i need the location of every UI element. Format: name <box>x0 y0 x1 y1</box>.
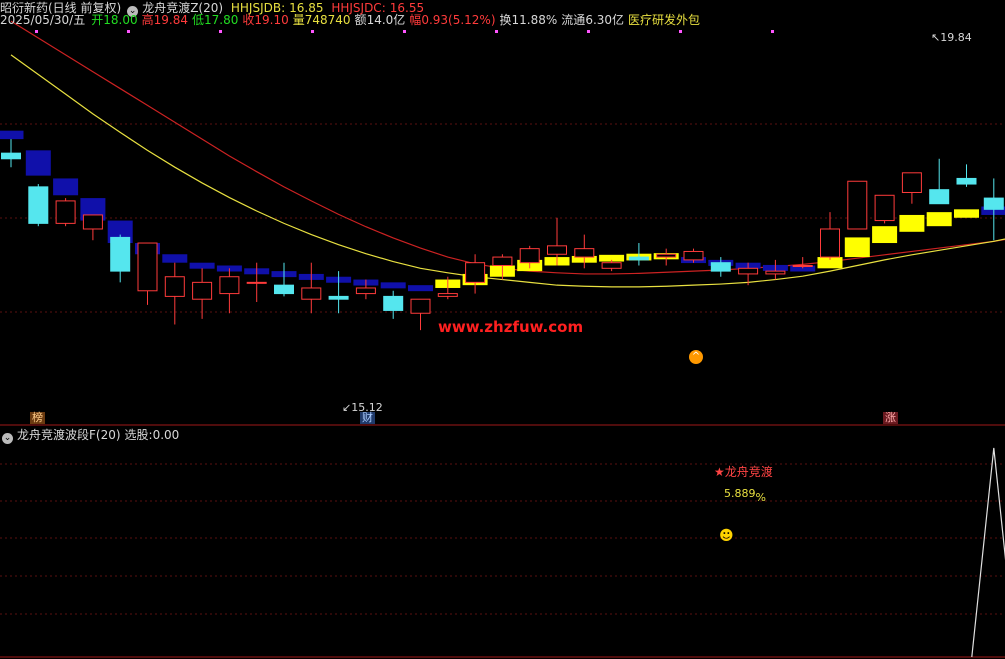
band-segment <box>408 285 433 292</box>
candle-body <box>55 200 76 224</box>
change-label: 幅 <box>409 13 422 27</box>
signal-label: ★龙舟竞渡 <box>714 465 773 479</box>
pick-label: 选股: <box>124 428 153 442</box>
close-label: 收 <box>242 13 255 27</box>
candle-body <box>956 177 977 185</box>
high-price-marker: ↖19.84 <box>931 31 972 44</box>
pct-sign: % <box>755 491 766 504</box>
amount-label: 额 <box>354 13 367 27</box>
amount-value: 14.0亿 <box>366 13 406 27</box>
low-value: 17.80 <box>203 13 239 27</box>
candle-body <box>601 262 622 269</box>
candle-body <box>683 250 704 261</box>
watermark: www.zhzfuw.com <box>438 318 584 336</box>
change-value: 0.93(5.12%) <box>421 13 496 27</box>
candle-body <box>929 189 950 205</box>
buy-signal-icon[interactable]: ^ <box>689 350 703 364</box>
dropdown-circle-icon[interactable]: ⌄ <box>2 433 13 444</box>
marker-dot <box>403 30 406 33</box>
close-value: 19.10 <box>254 13 289 27</box>
band-segment <box>954 209 979 218</box>
signal-pct: 5.889% <box>722 487 768 504</box>
tag-bang[interactable]: 榜 <box>30 412 45 424</box>
ma-red-line <box>10 20 1005 275</box>
marker-dot <box>127 30 130 33</box>
smile-icon: ☻ <box>719 528 734 544</box>
sector-name[interactable]: 医疗研发外包 <box>628 13 700 27</box>
marker-dot <box>311 30 314 33</box>
candle-body <box>328 295 349 300</box>
candle-body <box>246 281 267 284</box>
turnover-label: 换 <box>499 13 512 27</box>
marker-dot <box>771 30 774 33</box>
marker-dot <box>495 30 498 33</box>
band-segment <box>0 130 24 140</box>
quote-date: 2025/05/30/五 <box>0 13 86 27</box>
tag-zhang[interactable]: 涨 <box>883 412 898 424</box>
candle-body <box>874 194 895 222</box>
candle-body <box>383 295 404 311</box>
candle-body <box>137 242 158 292</box>
candle-body <box>1 152 21 160</box>
float-value: 6.30亿 <box>585 13 625 27</box>
band-segment <box>926 212 952 227</box>
candle-body <box>574 248 595 258</box>
candle-body <box>410 298 431 314</box>
candle-body <box>820 228 840 258</box>
marker-dot <box>35 30 38 33</box>
candle-body <box>82 214 103 230</box>
low-label: 低 <box>191 13 204 27</box>
tag-cai[interactable]: 财 <box>360 412 375 424</box>
candle-body <box>792 265 813 267</box>
band-segment <box>25 150 51 176</box>
volume-value: 748740 <box>304 13 351 27</box>
candle-body <box>628 256 649 261</box>
candle-body <box>547 245 567 255</box>
band-segment <box>899 214 925 232</box>
candle-body <box>847 180 868 230</box>
candle-body <box>164 276 185 297</box>
band-segment <box>380 282 406 289</box>
open-label: 开 <box>91 13 104 27</box>
turnover-value: 11.88% <box>511 13 558 27</box>
candle-body <box>519 248 540 264</box>
signal-pct-value: 5.889 <box>724 487 756 500</box>
candle-body <box>656 253 677 258</box>
marker-dot <box>219 30 222 33</box>
pick-value: 0.00 <box>152 428 180 442</box>
candle-body <box>492 256 513 266</box>
candle-body <box>765 270 786 275</box>
band-segment <box>189 262 215 269</box>
candle-body <box>192 281 213 300</box>
candle-body <box>274 284 294 295</box>
band-segment <box>162 254 188 263</box>
high-value: 19.84 <box>153 13 188 27</box>
candle-body <box>28 186 49 224</box>
band-segment <box>53 178 79 196</box>
volume-label: 量 <box>292 13 305 27</box>
sub-indicator-header: ⌄ 龙舟竞渡波段F(20) 选股:0.00 <box>0 427 183 444</box>
candle-body <box>437 293 458 297</box>
band-segment <box>872 226 898 244</box>
candle-body <box>738 267 759 275</box>
candle-body <box>110 236 131 272</box>
open-value: 18.00 <box>103 13 138 27</box>
candle-body <box>301 287 322 300</box>
candle-body <box>901 172 922 193</box>
candle-body <box>355 287 376 295</box>
float-label: 流通 <box>561 13 586 27</box>
high-label: 高 <box>141 13 154 27</box>
candle-body <box>710 262 731 272</box>
candle-body <box>983 197 1004 210</box>
sub-indicator-name[interactable]: 龙舟竞渡波段F(20) <box>17 428 121 442</box>
marker-dot <box>587 30 590 33</box>
band-segment <box>844 237 870 258</box>
candle-body <box>465 262 486 283</box>
candle-body <box>219 276 240 295</box>
high-price-text: 19.84 <box>940 31 972 44</box>
marker-dot <box>679 30 682 33</box>
quote-detail: 2025/05/30/五 开18.00 高19.84 低17.80 收19.10 量748… <box>0 12 704 28</box>
signal-spike-line <box>971 447 1005 658</box>
